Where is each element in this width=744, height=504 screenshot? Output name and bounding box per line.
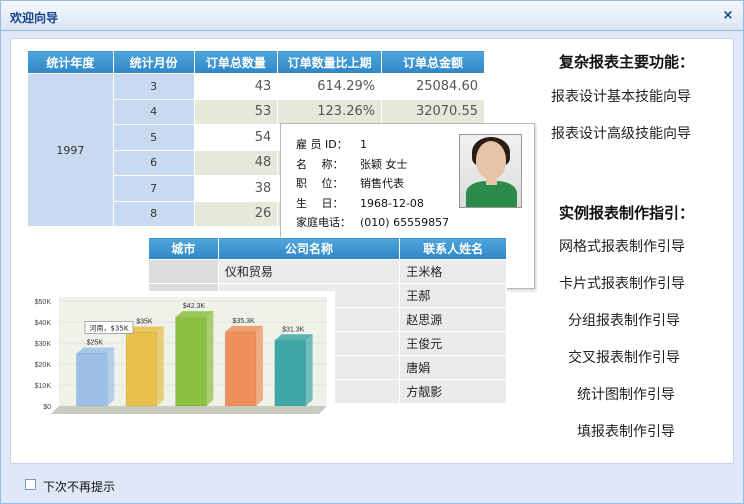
stats-count-cell: 38 [193, 175, 279, 202]
link-fill-report-guide[interactable]: 填报表制作引导 [577, 421, 675, 441]
chart-data-label: $35.3K [233, 318, 256, 325]
contacts-col-contact: 联系人姓名 [399, 237, 507, 260]
link-advanced-design-guide[interactable]: 报表设计高级技能向导 [551, 123, 691, 143]
dont-show-again-label[interactable]: 下次不再提示 [43, 478, 115, 495]
chart-data-label: $42.3K [183, 303, 206, 310]
stats-col-amount: 订单总金额 [381, 50, 485, 74]
employee-field: 生 日： 1968-12-08 [296, 195, 424, 211]
employee-field: 名 称： 张颖 女士 [296, 156, 408, 172]
chart-tooltip-text: 河南，$35K [90, 324, 129, 333]
chart-floor [51, 406, 327, 414]
report-preview-image: 统计年度 统计月份 订单总数量 订单数量比上期 订单总金额 1997 3 43 614… [27, 48, 537, 428]
employee-field-label: 职 位： [296, 177, 344, 190]
contacts-contact-cell: 王郝 [399, 283, 507, 308]
stats-count-cell: 43 [193, 73, 279, 100]
examples-heading: 实例报表制作指引： [559, 204, 695, 222]
employee-field-label: 雇 员 ID： [296, 138, 348, 151]
employee-field-value: (010) 65559857 [360, 216, 450, 229]
link-chart-guide[interactable]: 统计图制作引导 [577, 384, 675, 404]
chart-y-tick-label: $40K [35, 320, 52, 327]
chart-bar-side [107, 347, 115, 406]
chart-data-label: $31.3K [282, 326, 305, 333]
contacts-city-cell [148, 259, 219, 284]
stats-header-row: 统计年度 统计月份 订单总数量 订单数量比上期 订单总金额 [27, 50, 485, 74]
contacts-contact-cell: 赵思源 [399, 307, 507, 332]
contacts-contact-cell: 王米格 [399, 259, 507, 284]
employee-field-value: 1968-12-08 [360, 196, 424, 210]
employee-field-label: 生 日： [296, 196, 344, 210]
stats-month-cell: 8 [112, 200, 195, 227]
stats-count-cell: 53 [193, 98, 279, 125]
chart-bar [125, 332, 158, 407]
chart-bar-side [305, 334, 313, 406]
contacts-company-cell: 仪和贸易 [217, 259, 401, 284]
chart-bar [274, 340, 306, 407]
stats-row: 1997 3 43 614.29% 25084.60 [27, 73, 485, 227]
stats-month-cell: 5 [112, 124, 195, 151]
content-panel: 统计年度 统计月份 订单总数量 订单数量比上期 订单总金额 1997 3 43 614… [10, 38, 734, 464]
chart-y-tick-label: $10K [35, 383, 52, 390]
link-card-report-guide[interactable]: 卡片式报表制作引导 [559, 273, 685, 293]
link-grid-report-guide[interactable]: 网格式报表制作引导 [559, 236, 685, 256]
stats-amount-cell: 25084.60 [381, 73, 485, 100]
stats-col-ratio: 订单数量比上期 [277, 50, 383, 74]
stats-year-cell: 1997 [27, 73, 114, 227]
chart-y-tick-label: $20K [35, 362, 52, 369]
employee-field: 家庭电话： (010) 65559857 [296, 214, 449, 230]
contacts-col-city: 城市 [148, 237, 219, 260]
stats-count-cell: 26 [193, 200, 279, 227]
dialog-title: 欢迎向导 [10, 11, 59, 25]
stats-col-month: 统计月份 [112, 50, 195, 74]
chart-y-tick-label: $50K [35, 299, 52, 306]
stats-month-cell: 7 [112, 175, 195, 202]
stats-col-count: 订单总数量 [193, 50, 279, 74]
stats-count-cell: 48 [193, 149, 279, 176]
stats-month-cell: 4 [112, 98, 195, 125]
chart-data-label: $35K [136, 319, 153, 326]
chart-bar [175, 316, 207, 407]
employee-field-label: 家庭电话： [296, 216, 351, 229]
bar-chart: $50K $40K $30K $20K $10K $0 $25K $35K $42.3K $35.… [27, 291, 335, 419]
employee-field: 雇 员 ID： 1 [296, 136, 367, 152]
stats-amount-cell: 32070.55 [381, 98, 485, 125]
employee-photo [459, 134, 522, 208]
contacts-contact-cell: 王俊元 [399, 331, 507, 356]
chart-data-label: $25K [87, 340, 104, 347]
employee-field-value: 1 [360, 138, 367, 151]
chart-y-tick-label: $0 [43, 404, 51, 411]
chart-bar-side [206, 311, 214, 406]
dont-show-again-checkbox[interactable] [25, 479, 36, 490]
features-heading: 复杂报表主要功能： [559, 53, 695, 71]
stats-ratio-cell: 614.29% [277, 73, 383, 100]
stats-month-cell: 6 [112, 149, 195, 176]
close-icon[interactable]: × [721, 9, 735, 23]
stats-col-year: 统计年度 [27, 50, 114, 74]
chart-y-tick-label: $30K [35, 341, 52, 348]
employee-field-value: 张颖 女士 [360, 157, 408, 171]
contacts-header-row: 城市 公司名称 联系人姓名 [148, 237, 507, 260]
link-group-report-guide[interactable]: 分组报表制作引导 [568, 310, 680, 330]
chart-bar [76, 353, 108, 407]
link-basic-design-guide[interactable]: 报表设计基本技能向导 [551, 86, 691, 106]
title-bar[interactable]: 欢迎向导 × [1, 1, 743, 31]
chart-bar-side [255, 325, 263, 406]
chart-bar [224, 331, 257, 407]
contacts-col-company: 公司名称 [217, 237, 401, 260]
chart-bar-side [156, 326, 164, 406]
employee-field-label: 名 称： [296, 157, 344, 171]
contacts-contact-cell: 唐娟 [399, 355, 507, 380]
welcome-dialog: 欢迎向导 × 统计年度 统计月份 订单总数量 订单数量比上期 订单总金额 199… [0, 0, 744, 504]
employee-field-value: 销售代表 [360, 177, 404, 190]
bar-chart-svg: $50K $40K $30K $20K $10K $0 $25K $35K $42.3K $35.… [35, 297, 327, 414]
contacts-contact-cell: 方靓影 [399, 379, 507, 404]
stats-month-cell: 3 [112, 73, 195, 100]
employee-field: 职 位： 销售代表 [296, 175, 404, 191]
stats-ratio-cell: 123.26% [277, 98, 383, 125]
stats-count-cell: 54 [193, 124, 279, 151]
contacts-row: 仪和贸易 王米格 [148, 259, 507, 284]
link-cross-report-guide[interactable]: 交叉报表制作引导 [568, 347, 680, 367]
